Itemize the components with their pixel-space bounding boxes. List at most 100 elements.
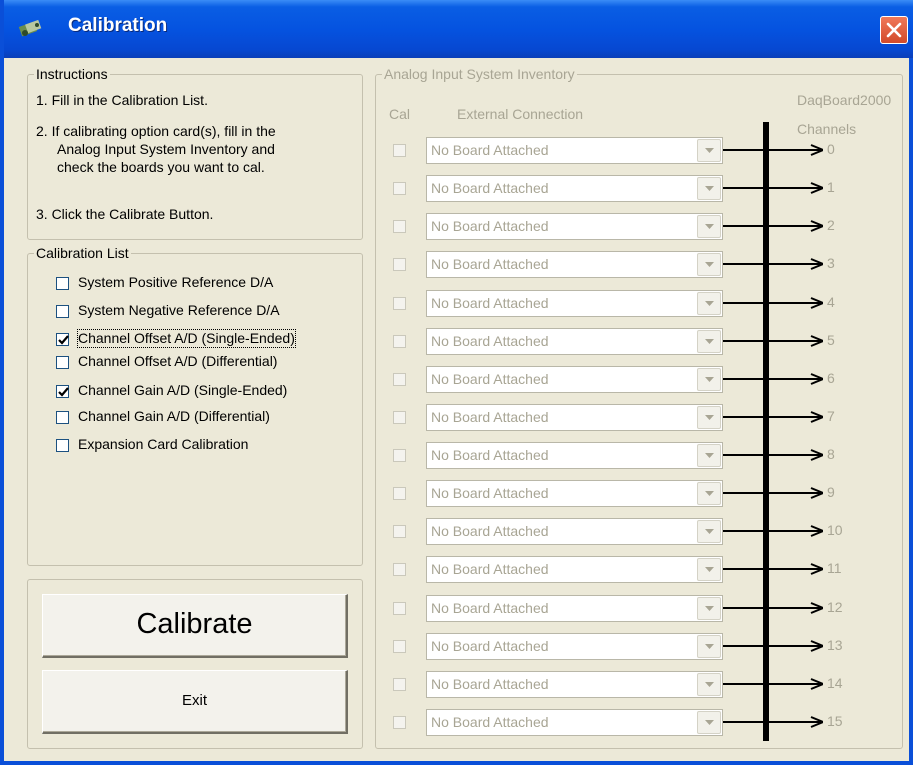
calibration-window: Calibration Instructions 1. Fill in the … <box>0 0 913 765</box>
channel-number: 12 <box>827 599 843 615</box>
external-connection-value: No Board Attached <box>431 561 549 577</box>
channel-arrow <box>723 563 823 575</box>
channel-number: 8 <box>827 446 835 462</box>
close-icon <box>886 22 902 38</box>
external-connection-select[interactable]: No Board Attached <box>426 595 723 622</box>
dropdown-button[interactable] <box>697 597 721 620</box>
calibration-checkbox[interactable] <box>56 385 69 398</box>
channel-arrow <box>723 716 823 728</box>
board-cal-checkbox[interactable] <box>393 373 406 386</box>
dropdown-button[interactable] <box>697 253 721 276</box>
chevron-down-icon <box>705 644 714 649</box>
dropdown-button[interactable] <box>697 673 721 696</box>
calibration-checkbox[interactable] <box>56 305 69 318</box>
chevron-down-icon <box>705 148 714 153</box>
external-connection-value: No Board Attached <box>431 676 549 692</box>
dropdown-button[interactable] <box>697 482 721 505</box>
board-cal-checkbox[interactable] <box>393 411 406 424</box>
external-connection-select[interactable]: No Board Attached <box>426 251 723 278</box>
instruction-step-2-line-3: check the boards you want to cal. <box>57 159 265 175</box>
board-cal-checkbox[interactable] <box>393 220 406 233</box>
external-connection-select[interactable]: No Board Attached <box>426 518 723 545</box>
chevron-down-icon <box>705 491 714 496</box>
dropdown-button[interactable] <box>697 711 721 734</box>
calibrate-button[interactable]: Calibrate <box>42 594 348 658</box>
external-connection-select[interactable]: No Board Attached <box>426 633 723 660</box>
board-cal-checkbox[interactable] <box>393 678 406 691</box>
channel-arrow <box>723 525 823 537</box>
external-connection-select[interactable]: No Board Attached <box>426 556 723 583</box>
external-connection-header: External Connection <box>457 106 584 122</box>
channel-number: 13 <box>827 637 843 653</box>
external-connection-select[interactable]: No Board Attached <box>426 709 723 736</box>
chevron-down-icon <box>705 529 714 534</box>
external-connection-select[interactable]: No Board Attached <box>426 671 723 698</box>
channel-number: 10 <box>827 522 843 538</box>
board-cal-checkbox[interactable] <box>393 640 406 653</box>
channel-bus-line <box>763 122 769 741</box>
channel-arrow <box>723 220 823 232</box>
dropdown-button[interactable] <box>697 177 721 200</box>
board-cal-checkbox[interactable] <box>393 182 406 195</box>
external-connection-select[interactable]: No Board Attached <box>426 366 723 393</box>
board-cal-checkbox[interactable] <box>393 335 406 348</box>
board-cal-checkbox[interactable] <box>393 563 406 576</box>
external-connection-select[interactable]: No Board Attached <box>426 480 723 507</box>
dropdown-button[interactable] <box>697 444 721 467</box>
checkmark-icon <box>58 335 69 345</box>
board-cal-checkbox[interactable] <box>393 258 406 271</box>
external-connection-value: No Board Attached <box>431 409 549 425</box>
external-connection-select[interactable]: No Board Attached <box>426 290 723 317</box>
calibration-item-label: Channel Gain A/D (Single-Ended) <box>78 382 288 398</box>
cal-column-header: Cal <box>389 106 411 122</box>
external-connection-select[interactable]: No Board Attached <box>426 442 723 469</box>
board-cal-checkbox[interactable] <box>393 716 406 729</box>
calibration-checkbox[interactable] <box>56 333 69 346</box>
dropdown-button[interactable] <box>697 558 721 581</box>
external-connection-value: No Board Attached <box>431 371 549 387</box>
dropdown-button[interactable] <box>697 635 721 658</box>
external-connection-value: No Board Attached <box>431 142 549 158</box>
window-title: Calibration <box>68 15 168 36</box>
external-connection-select[interactable]: No Board Attached <box>426 213 723 240</box>
chevron-down-icon <box>705 453 714 458</box>
close-button[interactable] <box>880 16 908 44</box>
board-cal-checkbox[interactable] <box>393 487 406 500</box>
board-cal-checkbox[interactable] <box>393 449 406 462</box>
external-connection-value: No Board Attached <box>431 485 549 501</box>
board-cal-checkbox[interactable] <box>393 297 406 310</box>
channel-number: 15 <box>827 713 843 729</box>
dropdown-button[interactable] <box>697 215 721 238</box>
channel-arrow <box>723 678 823 690</box>
external-connection-select[interactable]: No Board Attached <box>426 175 723 202</box>
external-connection-value: No Board Attached <box>431 714 549 730</box>
channel-number: 3 <box>827 255 835 271</box>
checkmark-icon <box>58 387 69 397</box>
external-connection-select[interactable]: No Board Attached <box>426 137 723 164</box>
channel-arrow <box>723 182 823 194</box>
channel-arrow <box>723 487 823 499</box>
calibration-checkbox[interactable] <box>56 411 69 424</box>
dropdown-button[interactable] <box>697 292 721 315</box>
chevron-down-icon <box>705 415 714 420</box>
calibration-checkbox[interactable] <box>56 277 69 290</box>
inventory-title: Analog Input System Inventory <box>382 66 577 82</box>
dropdown-button[interactable] <box>697 406 721 429</box>
board-cal-checkbox[interactable] <box>393 144 406 157</box>
chevron-down-icon <box>705 606 714 611</box>
exit-button[interactable]: Exit <box>42 670 348 734</box>
dropdown-button[interactable] <box>697 520 721 543</box>
title-bar[interactable]: Calibration <box>4 0 913 58</box>
channel-arrow <box>723 373 823 385</box>
dropdown-button[interactable] <box>697 330 721 353</box>
calibration-list-title: Calibration List <box>34 245 131 261</box>
board-cal-checkbox[interactable] <box>393 525 406 538</box>
dropdown-button[interactable] <box>697 139 721 162</box>
dropdown-button[interactable] <box>697 368 721 391</box>
channel-arrow <box>723 297 823 309</box>
external-connection-select[interactable]: No Board Attached <box>426 328 723 355</box>
external-connection-select[interactable]: No Board Attached <box>426 404 723 431</box>
calibration-checkbox[interactable] <box>56 356 69 369</box>
calibration-checkbox[interactable] <box>56 439 69 452</box>
board-cal-checkbox[interactable] <box>393 602 406 615</box>
